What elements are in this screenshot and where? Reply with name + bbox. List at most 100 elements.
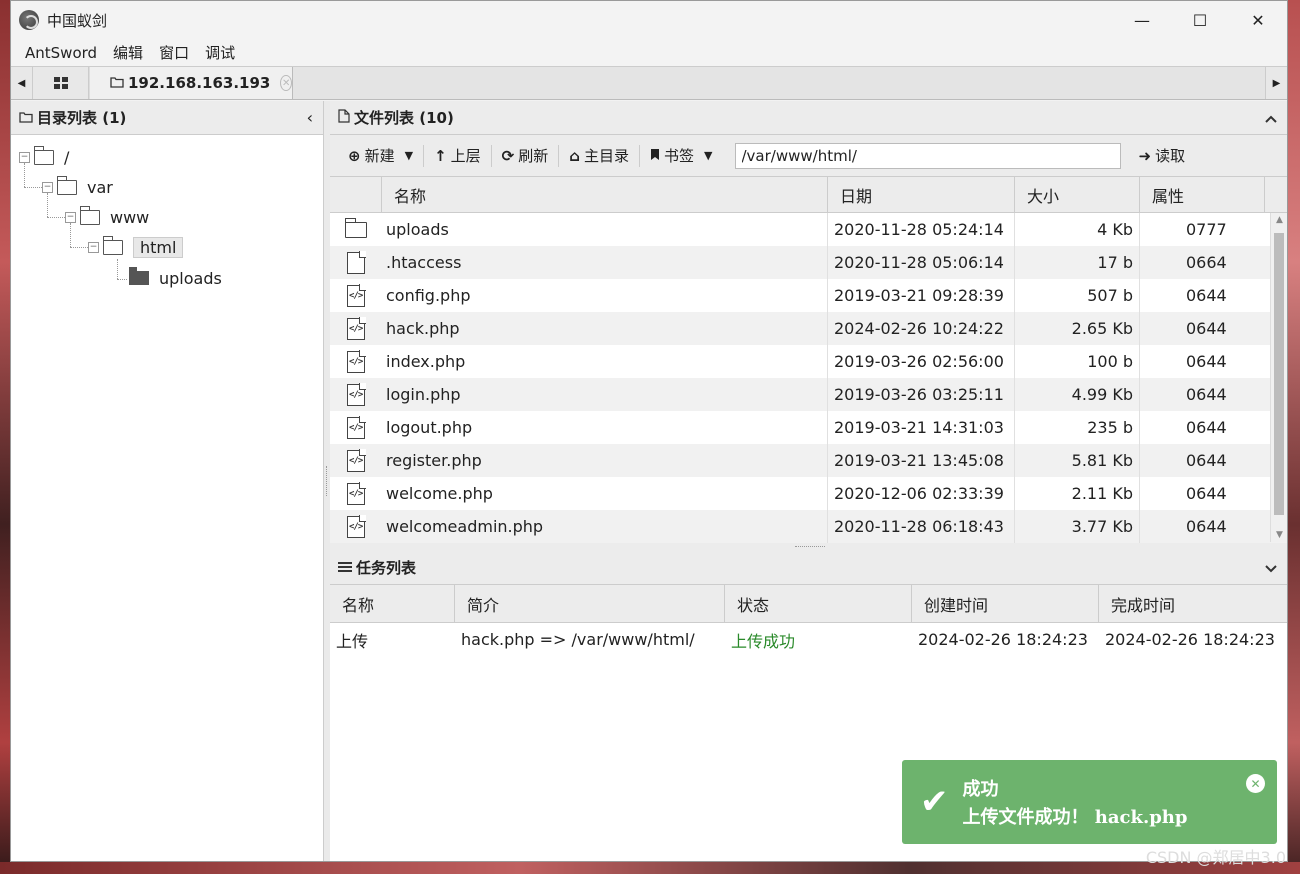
horizontal-splitter[interactable] — [330, 543, 1287, 551]
file-row[interactable]: .htaccess 2020-11-28 05:06:14 17 b 0664 — [330, 246, 1287, 279]
tab-home[interactable] — [33, 67, 89, 99]
file-date: 2019-03-26 02:56:00 — [828, 345, 1015, 378]
file-attr: 0644 — [1186, 451, 1227, 470]
column-header-date[interactable]: 日期 — [828, 177, 1015, 212]
tree-node-html[interactable]: − html — [88, 235, 184, 259]
tree-collapse-icon[interactable]: − — [65, 211, 76, 223]
file-grid-scrollbar[interactable]: ▲ ▼ — [1270, 213, 1287, 542]
caret-down-icon: ▼ — [404, 149, 414, 162]
tree-node-var[interactable]: − var — [42, 175, 113, 199]
tab-bar: ◀ 192.168.163.193 ✕ ▶ — [11, 66, 1287, 100]
new-button[interactable]: ⊕ 新建 ▼ — [338, 142, 423, 170]
task-row[interactable]: 上传 hack.php => /var/www/html/ 上传成功 2024-… — [330, 623, 1287, 656]
tab-scroll-right-icon[interactable]: ▶ — [1265, 67, 1287, 99]
read-label: 读取 — [1155, 147, 1186, 165]
folder-icon — [344, 217, 367, 238]
column-header-attr[interactable]: 属性 — [1140, 177, 1265, 212]
task-created: 2024-02-26 18:24:23 — [918, 630, 1088, 649]
file-icon — [338, 108, 350, 127]
tree-collapse-icon[interactable]: − — [88, 241, 99, 253]
path-input[interactable] — [734, 142, 1121, 169]
menu-debug[interactable]: 调试 — [197, 42, 243, 63]
close-button[interactable]: ✕ — [1229, 1, 1287, 39]
tree-node-label: uploads — [159, 268, 222, 288]
file-date: 2020-12-06 02:33:39 — [828, 477, 1015, 510]
tab-close-icon[interactable]: ✕ — [280, 75, 292, 91]
code-file-icon: </> — [347, 350, 366, 373]
file-name: uploads — [382, 213, 828, 246]
menu-window[interactable]: 窗口 — [151, 42, 197, 63]
task-finished: 2024-02-26 18:24:23 — [1105, 630, 1275, 649]
tree-collapse-icon[interactable]: − — [42, 181, 53, 193]
toast-close-icon[interactable]: ✕ — [1246, 774, 1265, 793]
home-label: 主目录 — [584, 147, 630, 165]
folder-icon — [110, 74, 124, 92]
desktop-wallpaper-right — [1288, 0, 1300, 874]
column-header-name[interactable]: 名称 — [382, 177, 828, 212]
file-size: 100 b — [1015, 345, 1140, 378]
scroll-thumb[interactable] — [1274, 233, 1284, 515]
up-button[interactable]: ↑ 上层 — [424, 142, 491, 170]
menu-antsword[interactable]: AntSword — [17, 44, 105, 62]
read-button[interactable]: ➜ 读取 — [1129, 142, 1196, 170]
file-name: login.php — [382, 378, 828, 411]
directory-tree: − / − var − www − html uploads — [11, 135, 323, 288]
file-date: 2020-11-28 05:06:14 — [828, 246, 1015, 279]
file-size: 2.65 Kb — [1015, 312, 1140, 345]
file-panel: 文件列表 (10) ⊕ 新建 ▼ ↑ 上层 ⟳ 刷新 ⌂ 主目录 书签 ▼ /v… — [330, 101, 1287, 861]
home-button[interactable]: ⌂ 主目录 — [559, 142, 639, 170]
task-column-created[interactable]: 创建时间 — [912, 585, 1099, 622]
file-row[interactable]: </> hack.php 2024-02-26 10:24:22 2.65 Kb 064… — [330, 312, 1287, 345]
file-name: register.php — [382, 444, 828, 477]
antsword-logo-icon — [19, 10, 39, 30]
minimize-button[interactable]: — — [1113, 1, 1171, 39]
file-name: config.php — [382, 279, 828, 312]
grid-icon — [53, 77, 68, 89]
file-size: 3.77 Kb — [1015, 510, 1140, 543]
file-row[interactable]: </> index.php 2019-03-26 02:56:00 100 b 0644 — [330, 345, 1287, 378]
file-name: index.php — [382, 345, 828, 378]
tree-node-root[interactable]: − / — [19, 145, 69, 169]
file-attr: 0644 — [1186, 319, 1227, 338]
task-column-name[interactable]: 名称 — [330, 585, 455, 622]
tree-collapse-icon[interactable]: − — [19, 151, 30, 163]
file-icon — [347, 251, 366, 274]
tree-connector — [117, 279, 127, 280]
file-row[interactable]: </> welcomeadmin.php 2020-11-28 06:18:43 3.… — [330, 510, 1287, 543]
menu-bar: AntSword 编辑 窗口 调试 — [11, 39, 1287, 66]
file-size: 5.81 Kb — [1015, 444, 1140, 477]
bookmark-button[interactable]: 书签 ▼ — [640, 142, 722, 170]
code-file-icon: </> — [347, 383, 366, 406]
task-column-status[interactable]: 状态 — [725, 585, 912, 622]
tree-node-www[interactable]: − www — [65, 205, 149, 229]
watermark: CSDN @郑居中3.0 — [1145, 848, 1286, 867]
file-row[interactable]: </> logout.php 2019-03-21 14:31:03 235 b 064… — [330, 411, 1287, 444]
file-row[interactable]: </> login.php 2019-03-26 03:25:11 4.99 Kb 06… — [330, 378, 1287, 411]
task-column-desc[interactable]: 简介 — [455, 585, 725, 622]
file-row[interactable]: uploads 2020-11-28 05:24:14 4 Kb 0777 — [330, 213, 1287, 246]
file-row[interactable]: </> config.php 2019-03-21 09:28:39 507 b 064… — [330, 279, 1287, 312]
file-attr: 0777 — [1186, 220, 1227, 239]
menu-edit[interactable]: 编辑 — [105, 42, 151, 63]
task-column-finished[interactable]: 完成时间 — [1099, 585, 1286, 622]
file-row[interactable]: </> welcome.php 2020-12-06 02:33:39 2.11 Kb… — [330, 477, 1287, 510]
file-date: 2019-03-26 03:25:11 — [828, 378, 1015, 411]
collapse-left-icon[interactable]: ‹ — [307, 108, 313, 127]
scroll-down-icon[interactable]: ▼ — [1271, 530, 1288, 540]
column-header-size[interactable]: 大小 — [1015, 177, 1140, 212]
tab-scroll-left-icon[interactable]: ◀ — [11, 67, 33, 99]
file-row[interactable]: </> register.php 2019-03-21 13:45:08 5.81 K… — [330, 444, 1287, 477]
collapse-up-icon[interactable] — [1265, 109, 1277, 127]
scroll-up-icon[interactable]: ▲ — [1271, 215, 1288, 225]
code-file-icon: </> — [347, 515, 366, 538]
list-icon — [338, 559, 352, 577]
column-header-icon — [330, 177, 382, 212]
tab-shell-session[interactable]: 192.168.163.193 ✕ — [89, 67, 293, 99]
maximize-button[interactable]: ☐ — [1171, 1, 1229, 39]
file-size: 2.11 Kb — [1015, 477, 1140, 510]
refresh-button[interactable]: ⟳ 刷新 — [492, 142, 559, 170]
tree-node-uploads[interactable]: uploads — [129, 266, 222, 290]
tree-connector — [117, 259, 118, 279]
collapse-down-icon[interactable] — [1265, 559, 1277, 577]
task-panel-title: 任务列表 — [356, 559, 417, 577]
